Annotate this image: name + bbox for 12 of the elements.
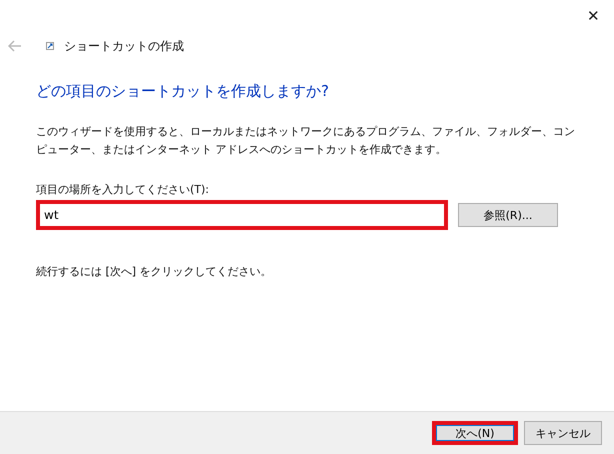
next-button[interactable]: 次へ(N) [432,421,518,445]
cancel-button[interactable]: キャンセル [524,421,602,445]
location-field[interactable]: wt [36,200,448,230]
browse-button[interactable]: 参照(R)... [458,203,558,228]
location-label: 項目の場所を入力してください(T): [36,182,210,198]
wizard-heading: どの項目のショートカットを作成しますか? [36,82,330,101]
window-title: ショートカットの作成 [64,38,184,54]
back-arrow-icon[interactable] [8,40,22,52]
hint-text: 続行するには [次へ] をクリックしてください。 [36,264,273,280]
close-button[interactable]: ✕ [583,4,604,28]
description-text: このウィザードを使用すると、ローカルまたはネットワークにあるプログラム、ファイル、フォルダー、コンピューター、またはインターネット アドレスへのショートカットを作成できます。 [36,124,576,158]
shortcut-icon [46,42,54,50]
